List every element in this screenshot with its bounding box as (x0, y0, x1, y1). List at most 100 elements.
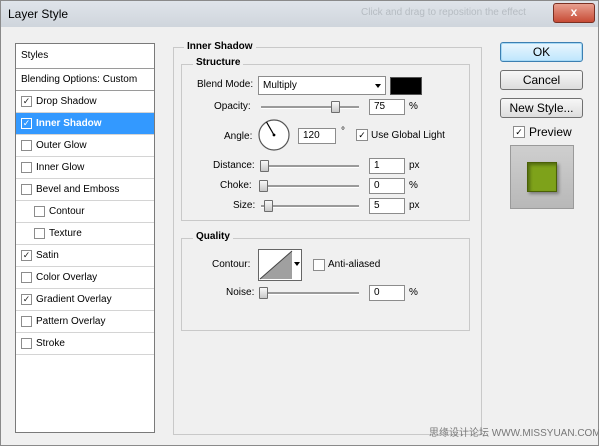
style-item[interactable]: ✓ Drop Shadow (16, 91, 154, 113)
style-item-label: Outer Glow (36, 140, 87, 151)
use-global-light-checkbox[interactable]: ✓ (356, 129, 368, 141)
blend-mode-label: Blend Mode: (197, 79, 254, 90)
style-item[interactable]: ✓ Gradient Overlay (16, 289, 154, 311)
angle-field[interactable]: 120 (298, 128, 336, 144)
opacity-slider[interactable] (261, 106, 359, 109)
blend-mode-value: Multiply (263, 80, 297, 91)
style-item-checkbox[interactable] (21, 162, 32, 173)
noise-label: Noise: (226, 287, 255, 298)
size-slider[interactable] (261, 205, 359, 208)
quality-title: Quality (193, 231, 233, 242)
style-item-checkbox[interactable]: ✓ (21, 294, 32, 305)
choke-slider-thumb[interactable] (259, 180, 268, 192)
watermark-text: 思缘设计论坛 WWW.MISSYUAN.COM (429, 428, 599, 439)
blending-options-row[interactable]: Blending Options: Custom (16, 69, 154, 91)
choke-unit: % (409, 180, 418, 191)
window-title: Layer Style (8, 7, 69, 21)
style-item-checkbox[interactable] (34, 228, 45, 239)
style-item[interactable]: Inner Glow (16, 157, 154, 179)
angle-unit: ° (341, 126, 345, 137)
choke-label: Choke: (220, 180, 252, 191)
close-button[interactable]: x (553, 3, 595, 23)
styles-header[interactable]: Styles (16, 44, 154, 69)
preview-checkbox[interactable]: ✓ (513, 126, 525, 138)
angle-dial-icon (258, 119, 290, 151)
style-item-label: Gradient Overlay (36, 294, 112, 305)
noise-field[interactable]: 0 (369, 285, 405, 301)
style-item-checkbox[interactable] (21, 140, 32, 151)
noise-slider[interactable] (261, 292, 359, 295)
close-icon: x (570, 5, 578, 19)
dialog-body: Styles Blending Options: Custom ✓ Drop Sh… (1, 27, 599, 445)
quality-group (181, 238, 470, 331)
style-item-checkbox[interactable] (34, 206, 45, 217)
new-style-button[interactable]: New Style... (500, 98, 583, 118)
style-item-checkbox[interactable]: ✓ (21, 118, 32, 129)
style-item-label: Texture (49, 228, 82, 239)
preview-label: Preview (529, 125, 572, 139)
style-item[interactable]: ✓ Satin (16, 245, 154, 267)
choke-slider[interactable] (261, 185, 359, 188)
title-bar[interactable]: Layer Style Click and drag to reposition… (1, 1, 598, 27)
opacity-slider-thumb[interactable] (330, 101, 340, 113)
blend-mode-select[interactable]: Multiply (258, 76, 386, 95)
style-item-label: Contour (49, 206, 85, 217)
choke-field[interactable]: 0 (369, 178, 405, 194)
style-item-checkbox[interactable]: ✓ (21, 96, 32, 107)
style-item-checkbox[interactable] (21, 184, 32, 195)
style-item-checkbox[interactable]: ✓ (21, 250, 32, 261)
faded-hint-text: Click and drag to reposition the effect (361, 7, 526, 18)
blend-color-swatch[interactable] (390, 77, 422, 95)
blending-options-label: Blending Options: Custom (21, 74, 138, 85)
style-item-checkbox[interactable] (21, 338, 32, 349)
ok-button[interactable]: OK (500, 42, 583, 62)
opacity-field[interactable]: 75 (369, 99, 405, 115)
preview-swatch (527, 162, 557, 192)
contour-label: Contour: (212, 259, 251, 270)
layer-style-dialog: Layer Style Click and drag to reposition… (0, 0, 599, 446)
styles-header-label: Styles (21, 50, 49, 61)
style-item[interactable]: Color Overlay (16, 267, 154, 289)
contour-picker[interactable] (258, 249, 302, 281)
preview-thumbnail (510, 145, 574, 209)
cancel-button[interactable]: Cancel (500, 70, 583, 90)
style-item[interactable]: Stroke (16, 333, 154, 355)
styles-list: Styles Blending Options: Custom ✓ Drop Sh… (15, 43, 155, 433)
style-item-label: Inner Glow (36, 162, 85, 173)
style-item-checkbox[interactable] (21, 272, 32, 283)
style-item[interactable]: Texture (16, 223, 154, 245)
size-slider-thumb[interactable] (264, 200, 273, 212)
style-item[interactable]: Pattern Overlay (16, 311, 154, 333)
style-item-label: Pattern Overlay (36, 316, 106, 327)
noise-slider-thumb[interactable] (259, 287, 268, 299)
style-item[interactable]: Bevel and Emboss (16, 179, 154, 201)
style-item-label: Drop Shadow (36, 96, 97, 107)
style-item-label: Bevel and Emboss (36, 184, 120, 195)
style-item[interactable]: ✓ Inner Shadow (16, 113, 154, 135)
style-item-label: Satin (36, 250, 59, 261)
noise-unit: % (409, 287, 418, 298)
size-label: Size: (233, 200, 256, 211)
angle-label: Angle: (224, 131, 253, 142)
anti-aliased-label: Anti-aliased (328, 259, 381, 270)
anti-aliased-checkbox[interactable] (313, 259, 325, 271)
opacity-unit: % (409, 101, 418, 112)
inner-shadow-title: Inner Shadow (184, 41, 256, 52)
distance-unit: px (409, 160, 420, 171)
chevron-down-icon (294, 262, 300, 266)
style-item[interactable]: Outer Glow (16, 135, 154, 157)
use-global-light-label: Use Global Light (371, 130, 445, 141)
style-item-label: Stroke (36, 338, 65, 349)
distance-slider-thumb[interactable] (260, 160, 269, 172)
structure-title: Structure (193, 57, 244, 68)
opacity-label: Opacity: (214, 101, 251, 112)
distance-slider[interactable] (261, 165, 359, 168)
distance-field[interactable]: 1 (369, 158, 405, 174)
style-item-label: Color Overlay (36, 272, 98, 283)
style-item[interactable]: Contour (16, 201, 154, 223)
contour-curve-icon (259, 250, 293, 280)
angle-dial[interactable] (257, 118, 291, 152)
size-field[interactable]: 5 (369, 198, 405, 214)
style-item-checkbox[interactable] (21, 316, 32, 327)
distance-label: Distance: (213, 160, 255, 171)
